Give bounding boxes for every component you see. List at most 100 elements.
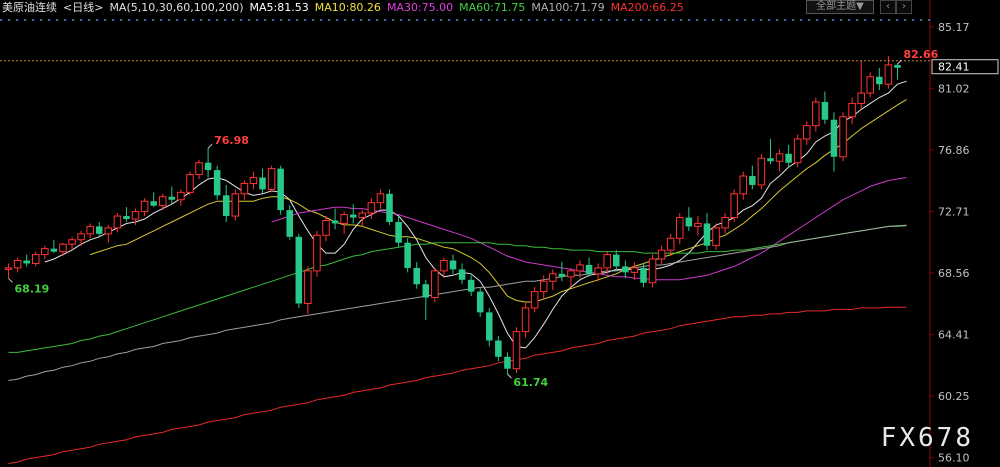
- candle-body-up: [884, 64, 893, 85]
- candle-body-down: [386, 193, 393, 222]
- candle-body-up: [59, 243, 67, 253]
- next-button[interactable]: ›: [896, 0, 912, 14]
- candle-body-up: [304, 270, 312, 304]
- candle-body-down: [168, 196, 176, 200]
- ma-line-ma200: [8, 306, 907, 464]
- ma-params: MA(5,10,30,60,100,200): [109, 0, 244, 14]
- candle-body-down: [95, 226, 103, 234]
- ma-line-ma60: [8, 225, 907, 353]
- candle-body-up: [512, 331, 521, 370]
- annotation-pointer: [8, 278, 13, 283]
- candle-body-up: [68, 239, 76, 245]
- y-tick-label: 72.71: [938, 205, 970, 218]
- candle-body-up: [431, 270, 439, 299]
- y-tick-label: 64.41: [938, 328, 970, 341]
- candle-body-down: [821, 101, 829, 120]
- candle-body-up: [576, 264, 584, 272]
- candle-body-down: [486, 312, 493, 341]
- candle-body-up: [648, 258, 657, 284]
- candle-body-up: [676, 217, 684, 239]
- candle-body-down: [204, 162, 212, 171]
- candle-body-down: [150, 201, 157, 206]
- candle-body-up: [177, 191, 185, 201]
- y-tick-label: 81.02: [938, 82, 970, 95]
- annotation-low: 68.19: [15, 282, 50, 295]
- candle-body-up: [140, 200, 149, 213]
- candle-body-up: [594, 267, 602, 275]
- candle-body-up: [848, 102, 856, 118]
- candle-body-down: [413, 267, 420, 285]
- ma-line-ma5: [44, 80, 907, 349]
- candle-body-up: [530, 291, 539, 309]
- annotation-high: 76.98: [214, 134, 249, 147]
- candle-body-down: [458, 269, 466, 280]
- candle-body-up: [757, 157, 766, 186]
- ma-line-ma100: [8, 224, 907, 381]
- annotation-low: 61.74: [513, 376, 548, 389]
- y-tick-label: 85.17: [938, 21, 970, 34]
- y-tick-label: 76.86: [938, 144, 970, 157]
- candle-body-down: [331, 220, 339, 224]
- candle-body-up: [603, 254, 611, 269]
- symbol-name[interactable]: 美原油连续: [2, 0, 57, 15]
- y-tick-label: 68.56: [938, 267, 970, 280]
- candle-body-up: [158, 196, 167, 207]
- candle-body-down: [558, 273, 566, 277]
- candle-body-up: [104, 227, 113, 235]
- candle-body-up: [775, 153, 784, 162]
- ma-value-label: MA60:71.75: [459, 0, 526, 14]
- candle-body-up: [113, 215, 122, 229]
- ma-value-label: MA30:75.00: [386, 0, 454, 14]
- ma-value-label: MA200:66.25: [610, 0, 684, 14]
- ma-value-label: MA100:71.79: [531, 0, 605, 14]
- candle-body-down: [749, 176, 756, 185]
- watermark-logo: FX678: [880, 423, 974, 453]
- y-tick-label: 60.25: [938, 390, 970, 403]
- candle-body-down: [449, 260, 457, 270]
- candle-body-up: [712, 227, 720, 247]
- candle-body-up: [231, 193, 240, 217]
- candle-body-up: [521, 307, 530, 333]
- candle-body-up: [267, 168, 276, 190]
- candle-body-down: [767, 158, 774, 162]
- candle-body-up: [567, 270, 575, 278]
- candle-body-up: [131, 211, 140, 220]
- candle-body-up: [77, 233, 85, 241]
- prev-button[interactable]: ‹: [880, 0, 896, 14]
- candle-body-up: [376, 193, 385, 204]
- candle-body-up: [666, 237, 675, 251]
- candle-body-up: [240, 182, 249, 195]
- candle-body-down: [349, 214, 357, 218]
- candle-body-up: [41, 248, 49, 256]
- ma-values: MA5:81.53 MA10:80.26 MA30:75.00 MA60:71.75 M…: [250, 1, 690, 14]
- candle-body-down: [785, 153, 792, 163]
- candlestick-chart[interactable]: 85.17 81.02 76.86 72.71 68.56 64.41 60.25 56.10…: [0, 0, 1000, 467]
- candle-body-down: [23, 260, 30, 264]
- candle-body-up: [793, 138, 802, 164]
- candle-body-up: [367, 202, 376, 214]
- candle-body-down: [585, 264, 593, 274]
- candle-body-down: [295, 236, 303, 304]
- candle-body-up: [322, 219, 330, 236]
- candle-body-up: [358, 212, 367, 219]
- candle-body-up: [313, 234, 321, 272]
- candle-body-up: [802, 125, 811, 140]
- candle-body-up: [812, 101, 820, 127]
- y-tick-label: 56.10: [938, 452, 970, 465]
- candle-body-down: [622, 266, 629, 273]
- candle-body-up: [739, 175, 748, 195]
- candle-body-up: [539, 280, 548, 293]
- candle-body-up: [13, 260, 22, 269]
- theme-selector-button[interactable]: 全部主题▼: [806, 0, 874, 14]
- ma-value-label: MA10:80.26: [314, 0, 381, 14]
- candle-body-up: [440, 260, 448, 272]
- candle-body-down: [50, 248, 58, 252]
- candle-body-down: [277, 168, 284, 211]
- candle-body-up: [657, 249, 666, 260]
- candle-body-down: [504, 356, 511, 369]
- candle-body-up: [340, 214, 348, 224]
- annotation-pointer: [507, 373, 512, 379]
- candle-body-down: [404, 242, 411, 268]
- ma-value-label: MA5:81.53: [249, 0, 309, 14]
- period-label[interactable]: <日线>: [63, 0, 103, 15]
